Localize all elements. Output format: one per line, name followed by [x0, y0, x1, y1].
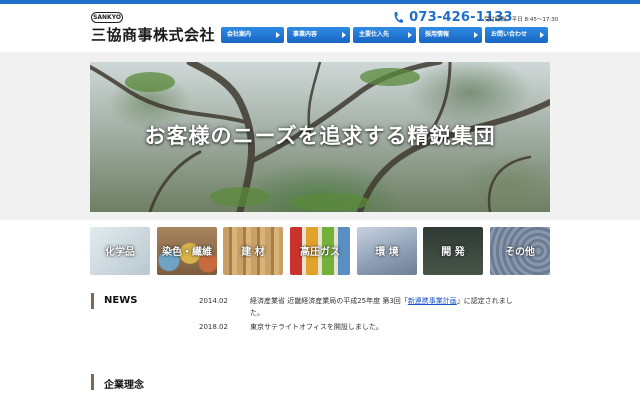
- category-label: その他: [505, 247, 535, 258]
- business-hours: 受付時間 平日 8:45～17:30: [484, 15, 558, 23]
- category-dyeing-textiles[interactable]: 染色・繊維: [157, 227, 217, 275]
- arrow-right-icon: [540, 32, 544, 38]
- nav-label: 主要仕入先: [359, 31, 390, 38]
- company-name: 三協商事株式会社: [91, 26, 216, 44]
- nav-company[interactable]: 会社案内: [221, 27, 284, 43]
- news-item: 2018.02 東京サテライトオフィスを開設しました。: [199, 321, 514, 333]
- news-text: 経済産業省 近畿経済産業局の平成25年度 第3回「新連携事業計画」に認定されまし…: [250, 295, 514, 319]
- nav-recruit[interactable]: 採用情報: [419, 27, 482, 43]
- news-text-before: 東京サテライトオフィスを開設しました。: [250, 323, 383, 331]
- phone-icon: [394, 12, 403, 23]
- category-building-materials[interactable]: 建 材: [223, 227, 283, 275]
- category-environment[interactable]: 環 境: [357, 227, 417, 275]
- nav-business[interactable]: 事業内容: [287, 27, 350, 43]
- nav-suppliers[interactable]: 主要仕入先: [353, 27, 416, 43]
- nav-contact[interactable]: お問い合わせ: [485, 27, 548, 43]
- category-others[interactable]: その他: [490, 227, 550, 275]
- news-list: 2014.02 経済産業省 近畿経済産業局の平成25年度 第3回「新連携事業計画…: [199, 295, 514, 333]
- philosophy-title: 企業理念: [104, 380, 144, 391]
- news-text-before: 経済産業省 近畿経済産業局の平成25年度 第3回「: [250, 297, 408, 305]
- news-link[interactable]: 新連携事業計画: [408, 297, 457, 305]
- nav-label: 会社案内: [227, 31, 252, 38]
- category-label: 環 境: [375, 247, 399, 258]
- news-title: NEWS: [104, 295, 138, 306]
- section-marker: [91, 374, 94, 390]
- arrow-right-icon: [276, 32, 280, 38]
- company-logo[interactable]: SANKYO 三協商事株式会社: [91, 12, 215, 44]
- category-label: 高圧ガス: [300, 247, 340, 258]
- category-label: 開 発: [441, 247, 465, 258]
- category-tiles: 化学品 染色・繊維 建 材 高圧ガス 環 境 開 発 その他: [90, 227, 550, 275]
- nav-label: 事業内容: [293, 31, 318, 38]
- nav-label: お問い合わせ: [491, 31, 528, 38]
- hero-caption: お客様のニーズを追求する精鋭集団: [144, 124, 496, 148]
- category-chemicals[interactable]: 化学品: [90, 227, 150, 275]
- news-item: 2014.02 経済産業省 近畿経済産業局の平成25年度 第3回「新連携事業計画…: [199, 295, 514, 319]
- news-date: 2018.02: [199, 323, 228, 331]
- nav-label: 採用情報: [425, 31, 450, 38]
- section-marker: [91, 293, 94, 309]
- top-accent-bar: [0, 0, 640, 4]
- hero-banner: お客様のニーズを追求する精鋭集団: [90, 62, 550, 212]
- category-label: 染色・繊維: [162, 247, 212, 258]
- category-development[interactable]: 開 発: [423, 227, 483, 275]
- category-label: 化学品: [105, 247, 135, 258]
- news-text: 東京サテライトオフィスを開設しました。: [250, 321, 514, 333]
- category-label: 建 材: [241, 247, 265, 258]
- hours-label: 受付時間: [484, 17, 507, 23]
- arrow-right-icon: [342, 32, 346, 38]
- logo-badge: SANKYO: [91, 12, 123, 23]
- arrow-right-icon: [474, 32, 478, 38]
- arrow-right-icon: [408, 32, 412, 38]
- news-date: 2014.02: [199, 297, 228, 305]
- category-high-pressure-gas[interactable]: 高圧ガス: [290, 227, 350, 275]
- hours-value: 平日 8:45～17:30: [511, 17, 559, 23]
